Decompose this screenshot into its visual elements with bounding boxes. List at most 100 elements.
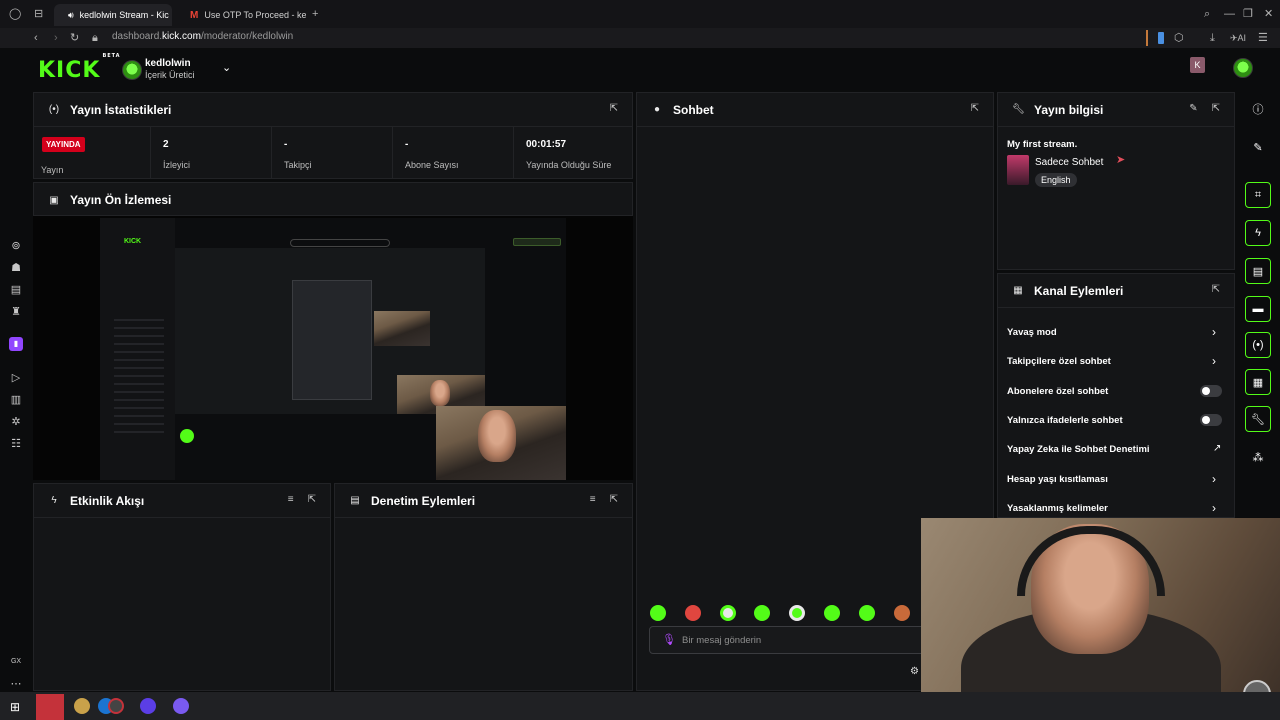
action-ai-moderation[interactable]: Yapay Zeka ile Sohbet Denetimi xyxy=(1007,444,1150,455)
chevron-right-icon[interactable]: › xyxy=(1212,325,1216,339)
panel-title: Yayın bilgisi xyxy=(1034,102,1104,117)
restore-icon[interactable]: ❐ xyxy=(1243,7,1253,21)
new-tab-icon[interactable]: + xyxy=(312,7,318,21)
preview-icon: ▣ xyxy=(49,194,59,206)
back-icon[interactable]: ‹ xyxy=(34,31,38,45)
popout-icon[interactable]: ⇱ xyxy=(610,103,618,114)
profile-avatar[interactable]: K xyxy=(1190,57,1205,73)
taskbar-obs-icon[interactable] xyxy=(140,698,156,714)
chat-message-input[interactable]: 🎙︎ Bir mesaj gönderin xyxy=(649,626,929,654)
sidebar-bookmarks-icon[interactable]: ▥ xyxy=(9,393,23,407)
emote-icon[interactable] xyxy=(824,605,840,621)
filter-icon[interactable]: ≡ xyxy=(288,494,294,505)
edit-icon[interactable]: ✎ xyxy=(1189,103,1197,114)
stat-value: - xyxy=(284,139,288,150)
stream-info-panel: 🔧︎ Yayın bilgisi ✎ ⇱ My first stream. Sad… xyxy=(997,92,1235,270)
search-icon[interactable]: ⌕ xyxy=(1204,7,1210,21)
stream-category[interactable]: Sadece Sohbet xyxy=(1035,157,1103,168)
action-slow-mode[interactable]: Yavaş mod xyxy=(1007,327,1057,338)
chevron-right-icon[interactable]: › xyxy=(1212,501,1216,515)
account-avatar[interactable] xyxy=(1233,58,1253,78)
taskbar-discord-icon[interactable] xyxy=(173,698,189,714)
sidebar-news-icon[interactable]: ▤ xyxy=(9,283,23,297)
download-icon[interactable]: ⤓ xyxy=(1210,31,1215,45)
forward-icon[interactable]: › xyxy=(54,31,58,45)
emote-icon[interactable] xyxy=(685,605,701,621)
preview-logo: KICK xyxy=(124,238,142,245)
url-field[interactable]: dashboard.kick.com/moderator/kedlolwin xyxy=(112,31,293,42)
kick-logo[interactable]: KICKBETA xyxy=(38,53,121,83)
sidebar-twitch-icon[interactable]: ▮ xyxy=(9,337,23,351)
sidebar-more-icon[interactable]: ⋯ xyxy=(9,677,23,691)
document-icon[interactable]: ▤ xyxy=(1245,258,1271,284)
popout-icon[interactable]: ⇱ xyxy=(308,494,316,505)
action-followers-only[interactable]: Takipçilere özel sohbet xyxy=(1007,356,1111,367)
preview-channel-list xyxy=(114,313,164,433)
close-icon[interactable]: ✕ xyxy=(1264,7,1273,21)
sidebar-chatgpt-icon[interactable]: ⊚ xyxy=(9,239,23,253)
popout-icon[interactable]: ⇱ xyxy=(971,103,979,114)
chat-bubble-icon[interactable]: ▬ xyxy=(1245,296,1271,322)
popout-icon[interactable]: ⇱ xyxy=(610,494,618,505)
subscribers-only-toggle[interactable] xyxy=(1200,385,1222,397)
popout-icon[interactable]: ⇱ xyxy=(1212,284,1220,295)
minimize-icon[interactable]: — xyxy=(1224,7,1235,21)
popout-icon[interactable]: ⇱ xyxy=(1212,103,1220,114)
tab-kick-stream[interactable]: 🔊︎ kedlolwin Stream - Kic xyxy=(54,4,172,26)
panel-header: ● Sohbet xyxy=(637,93,993,127)
wrench-icon[interactable]: 🔧︎ xyxy=(1245,406,1271,432)
edit-icon[interactable]: ✎ xyxy=(1245,134,1271,160)
action-banned-words[interactable]: Yasaklanmış kelimeler xyxy=(1007,503,1108,514)
tab-title: Use OTP To Proceed - ke xyxy=(204,10,306,20)
sidebar-gx-icon[interactable]: ♜ xyxy=(9,305,23,319)
tab-title: kedlolwin Stream - Kic xyxy=(79,10,169,20)
category-thumbnail xyxy=(1007,155,1029,185)
chevron-down-icon[interactable]: ⌄ xyxy=(222,61,231,74)
external-link-icon[interactable]: ↗ xyxy=(1213,443,1221,454)
filter-icon[interactable]: ≡ xyxy=(590,494,596,505)
menu-icon[interactable]: ☰ xyxy=(1258,31,1268,45)
emote-icon[interactable] xyxy=(754,605,770,621)
action-account-age[interactable]: Hesap yaşı kısıtlaması xyxy=(1007,474,1108,485)
taskbar-league-icon[interactable] xyxy=(74,698,90,714)
stat-uptime: 00:01:57 Yayında Olduğu Süre xyxy=(514,127,632,179)
tab-list-icon[interactable]: ⊟ xyxy=(34,7,43,21)
stack-icon[interactable]: ▦ xyxy=(1245,369,1271,395)
emote-icon[interactable] xyxy=(859,605,875,621)
stack-icon: ▦ xyxy=(1013,285,1023,296)
sidebar-player-icon[interactable]: ▷ xyxy=(9,371,23,385)
tab-otp[interactable]: M Use OTP To Proceed - ke xyxy=(182,4,306,26)
emotes-only-toggle[interactable] xyxy=(1200,414,1222,426)
opera-logo-icon[interactable]: ◯ xyxy=(9,7,21,21)
sidebar-discord-icon[interactable]: ☗ xyxy=(9,261,23,275)
chevron-right-icon[interactable]: › xyxy=(1212,354,1216,368)
scan-icon[interactable]: ⌗ xyxy=(1245,182,1271,208)
user-avatar[interactable] xyxy=(122,60,142,80)
headset-icon xyxy=(1017,526,1165,596)
lightning-icon[interactable]: ϟ xyxy=(1245,220,1271,246)
taskbar-app-icon[interactable] xyxy=(108,698,124,714)
broadcast-icon[interactable]: (•) xyxy=(1245,332,1271,358)
stream-preview-video[interactable]: KICK xyxy=(33,216,633,480)
microphone-icon[interactable]: 🎙︎ xyxy=(662,633,676,646)
emote-icon[interactable] xyxy=(650,605,666,621)
chat-settings-icon[interactable]: ⚙ xyxy=(910,666,919,677)
emote-icon[interactable] xyxy=(789,605,805,621)
reload-icon[interactable]: ↻ xyxy=(70,31,79,45)
sidebar-mods-icon[interactable]: ✲ xyxy=(9,415,23,429)
info-icon[interactable]: ⓘ xyxy=(1245,96,1271,122)
add-widget-icon[interactable]: ⁂ xyxy=(1245,444,1271,470)
windows-start-icon[interactable]: ⊞ xyxy=(10,700,20,714)
panel-header: ▤ Denetim Eylemleri xyxy=(335,484,632,518)
extensions-icon[interactable]: ⬡ xyxy=(1174,31,1184,45)
chevron-right-icon[interactable]: › xyxy=(1212,472,1216,486)
stat-label: Abone Sayısı xyxy=(405,160,459,170)
emote-icon[interactable] xyxy=(720,605,736,621)
ai-button[interactable]: ✈︎AI xyxy=(1230,31,1246,45)
taskbar-opera-gx[interactable] xyxy=(36,694,64,720)
sidebar-history-icon[interactable]: ☷ xyxy=(9,437,23,451)
stream-stats-panel: (•) Yayın İstatistikleri ⇱ YAYINDA Yayın… xyxy=(33,92,633,179)
stat-value: 00:01:57 xyxy=(526,139,567,150)
os-taskbar xyxy=(0,692,1280,720)
emote-icon[interactable] xyxy=(894,605,910,621)
